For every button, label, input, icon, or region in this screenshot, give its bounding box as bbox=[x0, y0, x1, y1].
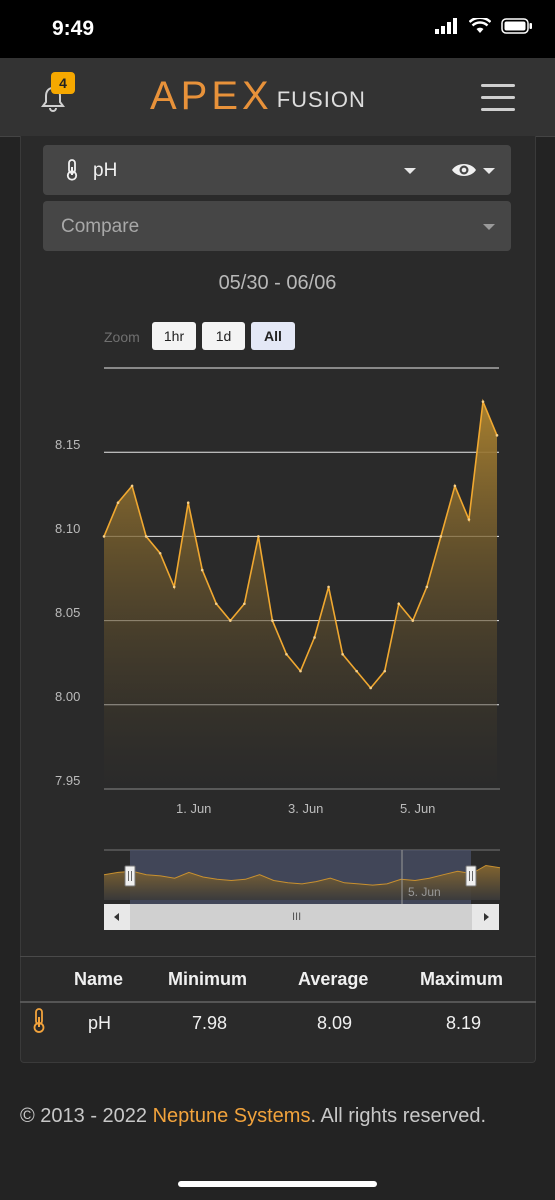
data-point bbox=[271, 619, 274, 622]
x-tick-label: 5. Jun bbox=[400, 801, 436, 816]
data-point bbox=[186, 501, 190, 505]
footer-prefix: © 2013 - 2022 bbox=[20, 1105, 153, 1127]
data-point bbox=[439, 535, 443, 538]
ph-chart[interactable]: 5. Jun III bbox=[0, 0, 555, 950]
y-tick-label: 8.05 bbox=[55, 605, 81, 620]
data-point bbox=[313, 636, 316, 639]
data-point bbox=[327, 585, 330, 589]
ph-area bbox=[104, 401, 497, 789]
navigator-scrollbar[interactable]: III bbox=[104, 904, 499, 930]
data-point bbox=[158, 551, 162, 555]
thermometer-icon bbox=[33, 1008, 45, 1033]
col-name: Name bbox=[74, 969, 124, 989]
data-point bbox=[200, 568, 204, 572]
footer-copyright: © 2013 - 2022 Neptune Systems. All right… bbox=[20, 1100, 520, 1132]
data-point bbox=[453, 484, 457, 488]
stats-average: 8.09 bbox=[317, 1013, 353, 1033]
stats-maximum: 8.19 bbox=[446, 1013, 482, 1033]
footer-suffix: . All rights reserved. bbox=[310, 1105, 487, 1127]
navigator-label: 5. Jun bbox=[408, 885, 441, 899]
data-point bbox=[411, 619, 415, 622]
data-point bbox=[425, 585, 429, 589]
data-point bbox=[214, 602, 218, 606]
col-maximum: Maximum bbox=[420, 969, 504, 989]
data-point bbox=[257, 535, 260, 538]
stats-table-header: Name Minimum Average Maximum bbox=[20, 956, 536, 1003]
data-point bbox=[299, 669, 302, 673]
data-point bbox=[397, 602, 401, 606]
data-point bbox=[355, 669, 358, 673]
data-point bbox=[467, 518, 471, 521]
x-tick-label: 1. Jun bbox=[176, 801, 212, 816]
y-tick-label: 7.95 bbox=[55, 773, 81, 788]
data-point bbox=[495, 434, 499, 437]
scrollbar-grip-icon: III bbox=[292, 911, 301, 923]
navigator-left-handle[interactable] bbox=[124, 865, 136, 887]
data-point bbox=[481, 400, 485, 403]
col-average: Average bbox=[298, 969, 369, 989]
x-tick-label: 3. Jun bbox=[288, 801, 324, 816]
data-point bbox=[243, 602, 246, 606]
stats-minimum: 7.98 bbox=[192, 1013, 228, 1033]
y-tick-label: 8.15 bbox=[55, 437, 81, 452]
data-point bbox=[172, 585, 176, 589]
data-point bbox=[144, 535, 148, 538]
data-point bbox=[229, 619, 232, 622]
data-point bbox=[369, 686, 372, 690]
stats-name: pH bbox=[88, 1013, 112, 1033]
col-minimum: Minimum bbox=[168, 969, 247, 989]
y-tick-label: 8.10 bbox=[55, 521, 81, 536]
data-point bbox=[116, 501, 120, 505]
data-point bbox=[383, 669, 387, 673]
data-point bbox=[102, 535, 106, 538]
navigator[interactable]: 5. Jun bbox=[103, 849, 501, 904]
neptune-systems-link[interactable]: Neptune Systems bbox=[153, 1105, 311, 1127]
navigator-right-handle[interactable] bbox=[465, 865, 477, 887]
data-point bbox=[130, 484, 134, 488]
y-tick-label: 8.00 bbox=[55, 689, 81, 704]
data-point bbox=[341, 652, 344, 656]
home-indicator bbox=[178, 1181, 377, 1187]
data-point bbox=[285, 652, 288, 656]
